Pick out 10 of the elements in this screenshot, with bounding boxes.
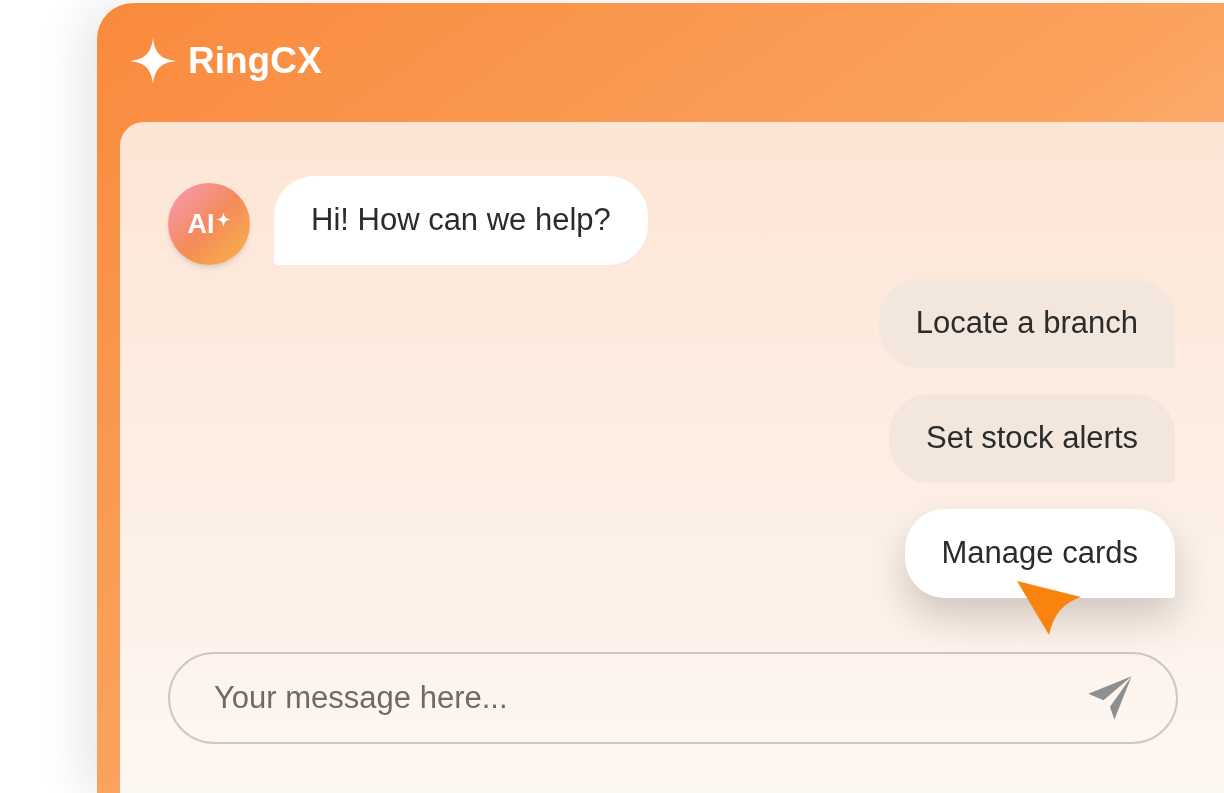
input-text: Your message here...	[214, 674, 1084, 722]
option-button[interactable]: Set stock alerts	[889, 394, 1175, 483]
option-button[interactable]: Locate a branch	[878, 279, 1175, 368]
window-title: RingCX	[188, 39, 322, 83]
option-button[interactable]: Manage cards	[904, 509, 1175, 598]
sparkle-icon	[130, 38, 176, 84]
avatar-label: AI	[187, 207, 215, 241]
sparkle-icon	[215, 211, 231, 227]
chat-bubble: Hi! How can we help?	[274, 176, 648, 265]
message-input[interactable]: Your message here...	[168, 652, 1178, 744]
